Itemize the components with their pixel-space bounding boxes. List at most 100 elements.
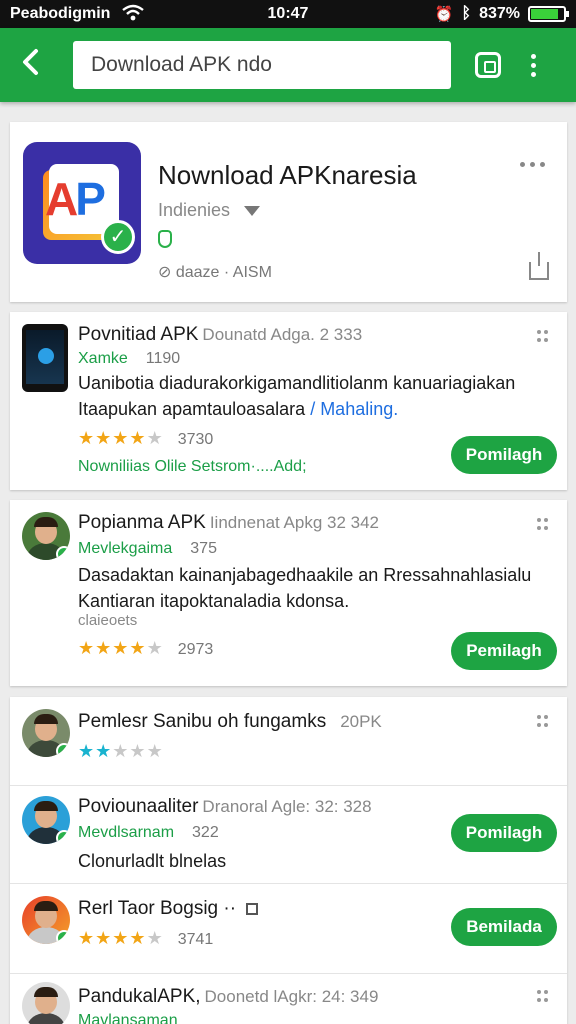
- item-developer: Xamke: [78, 350, 128, 367]
- search-input-value: Download APK ndo: [91, 53, 272, 76]
- item-description: Dasadaktan kainanjabagedhaakile an Rress…: [78, 565, 532, 611]
- item-subtitle: Iindnenat Apkg 32 342: [209, 513, 380, 532]
- back-arrow-icon[interactable]: [0, 48, 60, 82]
- star-icon: ★: [78, 638, 96, 658]
- verified-check-icon: ✓: [56, 743, 70, 757]
- avatar: ✓: [22, 512, 70, 560]
- drag-handle-icon[interactable]: [537, 330, 549, 342]
- item-links[interactable]: Nowniliias Olile Setsrom·....Add;: [78, 458, 307, 476]
- item-description: Uanibotia diadurakorkigamandlitiolanm ka…: [78, 373, 516, 419]
- star-icon: ★: [78, 928, 96, 948]
- install-button[interactable]: Pomilagh: [451, 436, 557, 474]
- item-title: Povnitiad APK: [78, 324, 199, 345]
- item-title: Pemlesr Sanibu oh fungamks: [78, 711, 327, 732]
- drag-handle-icon[interactable]: [537, 715, 549, 727]
- star-icon: ★: [112, 741, 130, 761]
- top-toolbar: Download APK ndo: [0, 28, 576, 102]
- wifi-icon: [122, 4, 144, 27]
- star-icon: ★: [146, 928, 164, 948]
- alarm-icon: ⏰: [434, 6, 454, 23]
- verified-check-icon: ✓: [56, 830, 70, 844]
- item-title: Rerl Taor Bogsig ··: [78, 898, 237, 919]
- verified-check-icon: ✓: [101, 220, 135, 254]
- item-subtitle: Dranoral Agle: 32: 328: [202, 797, 372, 816]
- list-item[interactable]: Povnitiad APK Dounatd Adga. 2 333 Xamke 11…: [10, 312, 567, 490]
- list-item[interactable]: ✓ Poviounaaliter Dranoral Agle: 32: 328 M…: [10, 786, 567, 882]
- item-title: PandukalAPK,: [78, 986, 201, 1007]
- carrier-name: Peabodigmin: [10, 5, 111, 22]
- install-button[interactable]: Bemilada: [451, 908, 557, 946]
- star-icon: ★: [146, 428, 164, 448]
- lock-icon: [246, 902, 259, 915]
- rating-count: 3741: [177, 931, 214, 948]
- avatar: [22, 982, 70, 1024]
- dropdown-caret-icon: [244, 206, 261, 217]
- bluetooth-icon: ᛒ: [461, 5, 472, 22]
- star-icon: ★: [129, 638, 147, 658]
- item-subtitle: Dounatd Adga. 2 333: [202, 325, 363, 344]
- verified-check-icon: ✓: [56, 546, 70, 560]
- list-item[interactable]: ✓ Rerl Taor Bogsig ·· ★★★★★ 3741 Bemilada: [10, 884, 567, 972]
- category-dropdown[interactable]: Indienies: [158, 200, 261, 221]
- link-icon: ⊘: [158, 264, 176, 281]
- star-icon: ★: [78, 741, 96, 761]
- rating-stars: ★★★★★ 3741: [78, 928, 213, 949]
- app-meta: ⊘ daaze · AISM: [158, 264, 272, 281]
- item-title: Poviounaaliter: [78, 796, 199, 817]
- list-item[interactable]: ✓ Popianma APK Iindnenat Apkg 32 342 Mevl…: [10, 500, 567, 686]
- app-list: ✓ Pemlesr Sanibu oh fungamks 20PK ★★★★★ ✓…: [10, 697, 567, 1024]
- app-thumbnail: [22, 324, 68, 392]
- store-icon[interactable]: [475, 52, 501, 78]
- item-developer: Mevlekgaima: [78, 540, 173, 557]
- list-item[interactable]: PandukalAPK, Doonetd lAgkr: 24: 349 Mavla…: [10, 974, 567, 1024]
- avatar: ✓: [22, 796, 70, 844]
- item-developer: Mavlansaman: [78, 1012, 178, 1024]
- star-icon: ★: [129, 741, 147, 761]
- install-button[interactable]: Pemilagh: [451, 632, 557, 670]
- app-title: Nownload APKnaresia: [158, 160, 417, 190]
- star-icon: ★: [129, 428, 147, 448]
- rating-stars: ★★★★★ 2973: [78, 638, 213, 659]
- drag-handle-icon[interactable]: [537, 990, 549, 1002]
- rating-count: 2973: [177, 641, 214, 658]
- battery-percent: 837%: [479, 5, 520, 22]
- avatar: ✓: [22, 896, 70, 944]
- install-button[interactable]: Pomilagh: [451, 814, 557, 852]
- item-subtitle: Doonetd lAgkr: 24: 349: [204, 987, 379, 1006]
- item-link[interactable]: / Mahaling.: [310, 399, 398, 419]
- status-bar: Peabodigmin 10:47 ⏰ ᛒ 837%: [0, 0, 576, 28]
- star-icon: ★: [112, 428, 130, 448]
- star-icon: ★: [95, 638, 113, 658]
- app-logo-icon: AP ✓: [23, 142, 141, 264]
- star-icon: ★: [146, 638, 164, 658]
- item-size: 322: [192, 824, 219, 841]
- drag-handle-icon[interactable]: [537, 518, 549, 530]
- overflow-menu-icon[interactable]: [531, 53, 536, 77]
- item-size: 1190: [145, 350, 181, 367]
- star-icon: ★: [95, 428, 113, 448]
- rating-stars: ★★★★★: [78, 741, 164, 762]
- search-input[interactable]: Download APK ndo: [73, 41, 451, 89]
- share-icon[interactable]: [529, 252, 549, 280]
- battery-icon: [528, 6, 569, 22]
- rating-stars: ★★★★★ 3730: [78, 428, 213, 449]
- verified-check-icon: ✓: [56, 930, 70, 944]
- item-size: 375: [190, 540, 217, 557]
- star-icon: ★: [95, 928, 113, 948]
- star-icon: ★: [129, 928, 147, 948]
- star-icon: ★: [95, 741, 113, 761]
- item-title: Popianma APK: [78, 512, 206, 533]
- app-header-card: AP ✓ Nownload APKnaresia Indienies ⊘ daa…: [10, 122, 567, 302]
- star-icon: ★: [146, 741, 164, 761]
- avatar: ✓: [22, 709, 70, 757]
- item-size: 20PK: [340, 712, 382, 731]
- more-options-icon[interactable]: [520, 162, 545, 167]
- list-item[interactable]: ✓ Pemlesr Sanibu oh fungamks 20PK ★★★★★: [10, 697, 567, 785]
- star-icon: ★: [112, 928, 130, 948]
- battery-fill: [531, 9, 558, 19]
- item-category: claieoets: [78, 612, 138, 629]
- item-developer: Mevdlsarnam: [78, 824, 175, 841]
- item-description: Clonurladlt blnelas: [78, 851, 227, 871]
- rating-count: 3730: [177, 431, 214, 448]
- star-icon: ★: [112, 638, 130, 658]
